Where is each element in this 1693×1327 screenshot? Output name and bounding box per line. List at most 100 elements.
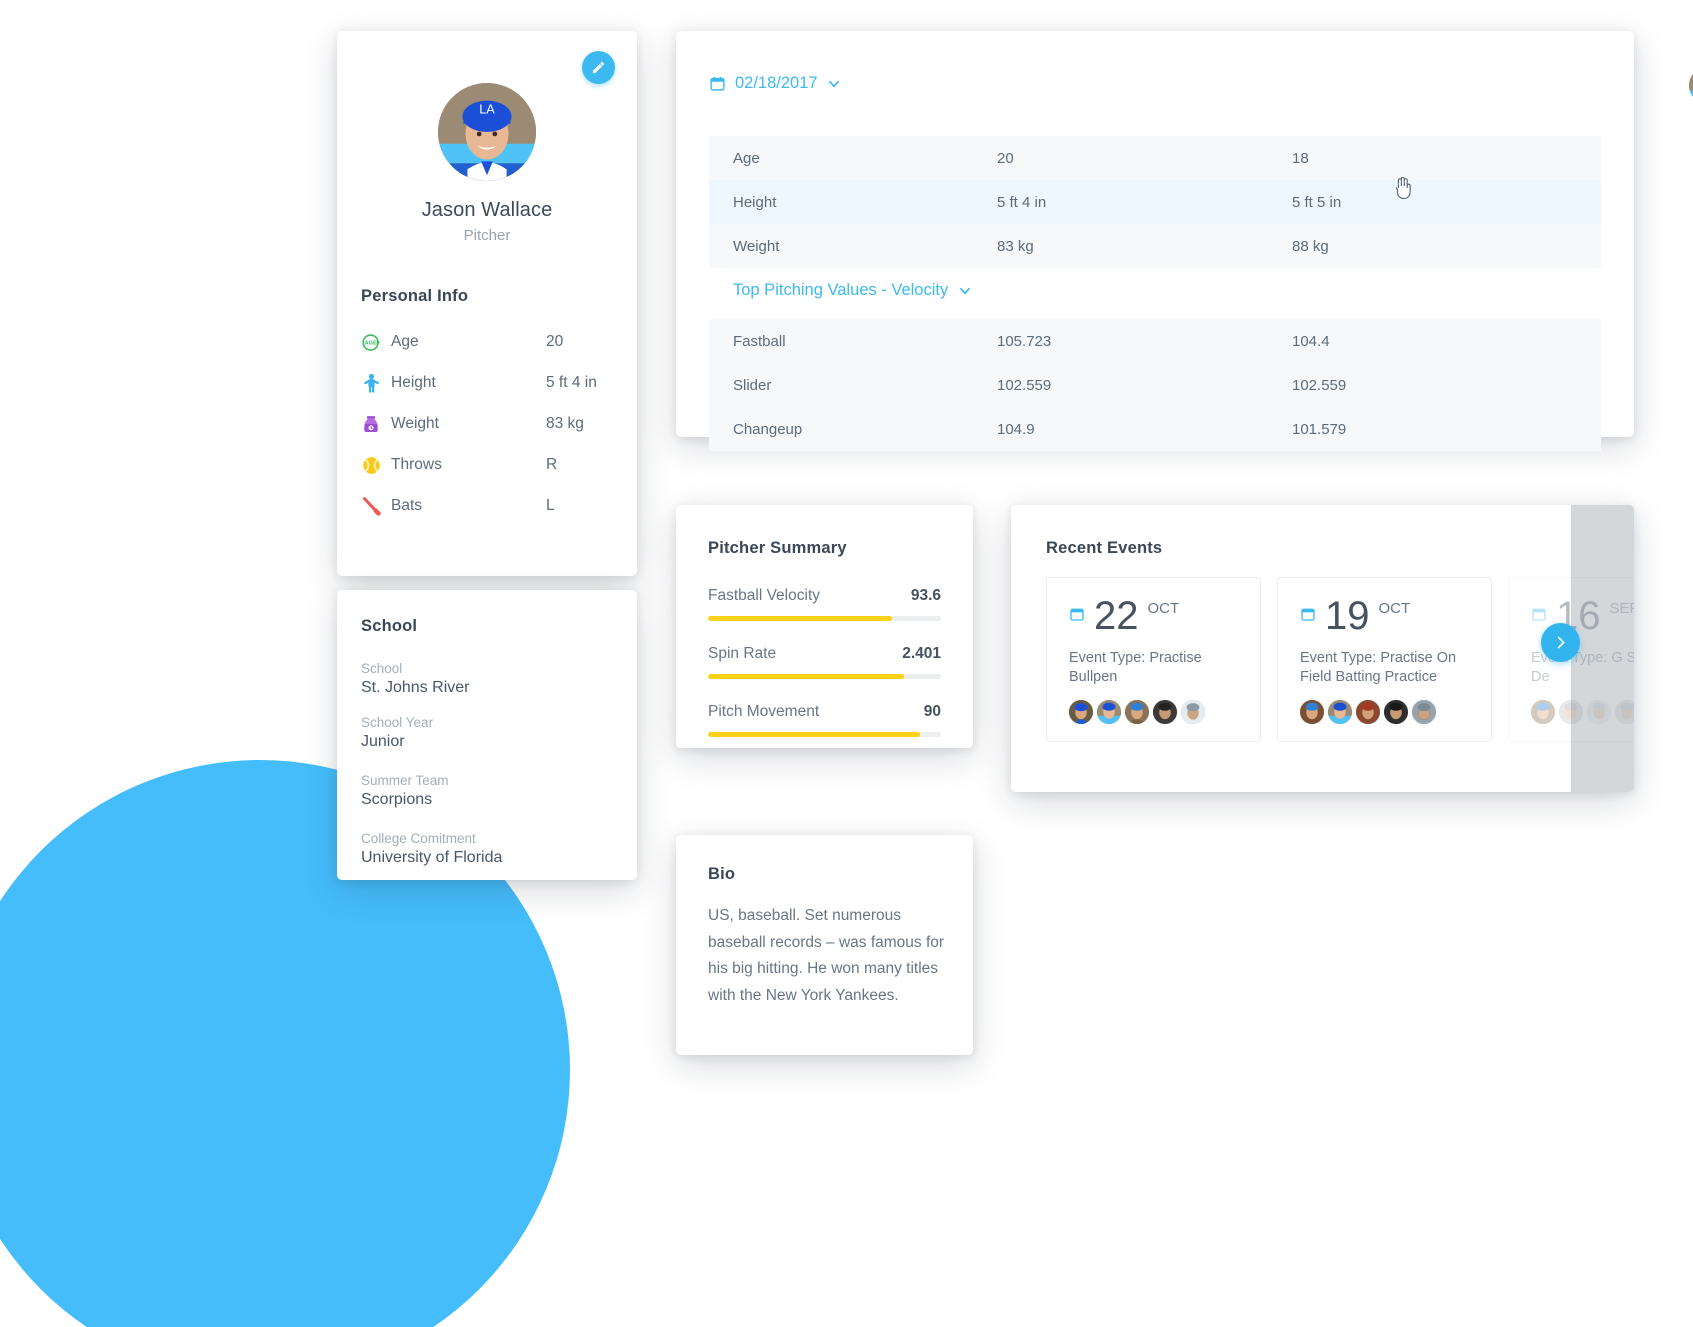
comparison-header: 02/18/2017: [676, 67, 1693, 113]
school-field-label: Summer Team: [361, 773, 449, 788]
row-label: Weight: [733, 237, 780, 255]
info-label-weight: Weight: [391, 415, 439, 432]
metric-value: 90: [923, 703, 941, 720]
avatar: [1384, 700, 1408, 724]
edit-profile-button[interactable]: [582, 51, 615, 84]
row-value-b: 88 kg: [1292, 237, 1329, 255]
school-field-college-commitment: College Comitment University of Florida: [361, 831, 611, 867]
date-value: 02/18/2017: [735, 74, 818, 92]
info-value-weight: 83 kg: [546, 415, 584, 432]
comparison-card: 02/18/2017 Age 20 18 Height 5 ft 4 in 5 …: [676, 31, 1693, 451]
event-date: 19 OCT: [1300, 594, 1469, 638]
school-field-year: School Year Junior: [361, 715, 611, 751]
app-root: LA Jason Wallace Pitcher Personal Info A…: [0, 0, 1693, 1327]
events-scroll-overlay: [1571, 505, 1634, 792]
avatar: [1125, 700, 1149, 724]
avatar: [1689, 67, 1693, 103]
events-next-button[interactable]: [1541, 623, 1580, 662]
info-value-age: 20: [546, 333, 564, 350]
ball-icon: [361, 454, 391, 476]
row-value-b: 101.579: [1292, 420, 1347, 438]
calendar-icon: [1070, 608, 1084, 621]
info-row-weight: Weight 83 kg: [361, 411, 613, 437]
metric-fastball-velocity: Fastball Velocity 93.6: [708, 587, 941, 621]
school-field-value: Junior: [361, 733, 405, 750]
events-strip: 22 OCT Event Type: Practise Bullpen 19 O…: [1046, 577, 1634, 742]
player-role: Pitcher: [463, 227, 511, 244]
compare-person-a: Jason Wallace: [1689, 67, 1693, 103]
bio-text: US, baseball. Set numerous baseball reco…: [708, 907, 945, 1004]
profile-card: LA Jason Wallace Pitcher Personal Info A…: [337, 31, 637, 576]
school-field-label: School Year: [361, 715, 434, 730]
metric-value: 2.401: [902, 645, 941, 662]
row-label: Age: [733, 149, 760, 167]
date-selector[interactable]: 02/18/2017: [709, 74, 841, 93]
school-field-value: St. Johns River: [361, 679, 470, 696]
info-label-height: Height: [391, 374, 436, 391]
table-row: Weight 83 kg 88 kg: [709, 224, 1601, 268]
school-field-value: Scorpions: [361, 791, 433, 808]
row-value-a: 102.559: [997, 376, 1052, 394]
metric-progress-track: [708, 674, 941, 679]
bat-icon: [361, 495, 391, 517]
row-value-a: 5 ft 4 in: [997, 193, 1047, 211]
info-row-bats: Bats L: [361, 493, 613, 519]
svg-text:AGE: AGE: [364, 340, 377, 346]
row-value-b: 5 ft 5 in: [1292, 193, 1342, 211]
metric-label: Fastball Velocity: [708, 587, 820, 604]
age-icon: AGE: [361, 331, 391, 353]
avatar: [1097, 700, 1121, 724]
recent-events-card: Recent Events 22 OCT Event Type: Practis…: [1011, 505, 1634, 792]
info-value-height: 5 ft 4 in: [546, 374, 597, 391]
info-value-throws: R: [546, 456, 558, 473]
calendar-icon: [1532, 608, 1546, 621]
pitcher-summary-heading: Pitcher Summary: [708, 539, 847, 557]
school-field-label: College Comitment: [361, 831, 476, 846]
info-label-age: Age: [391, 333, 419, 350]
event-card[interactable]: 22 OCT Event Type: Practise Bullpen: [1046, 577, 1261, 742]
event-month: OCT: [1147, 600, 1180, 617]
pointer-hand-cursor: [1395, 176, 1411, 200]
table-row: Changeup 104.9 101.579: [709, 407, 1601, 451]
row-value-b: 102.559: [1292, 376, 1347, 394]
pitching-values-subsection-toggle[interactable]: Top Pitching Values - Velocity: [733, 281, 972, 300]
event-type: Event Type: Practise On Field Batting Pr…: [1300, 649, 1457, 686]
info-row-age: AGE Age 20: [361, 329, 613, 355]
avatar: [1153, 700, 1177, 724]
calendar-icon: [1301, 608, 1315, 621]
metric-progress-fill: [708, 674, 904, 679]
player-avatar: LA: [438, 83, 536, 181]
row-value-a: 105.723: [997, 332, 1052, 350]
event-participants: [1300, 700, 1436, 724]
avatar: [1356, 700, 1380, 724]
event-card[interactable]: 19 OCT Event Type: Practise On Field Bat…: [1277, 577, 1492, 742]
pitcher-summary-card: Pitcher Summary Fastball Velocity 93.6 S…: [676, 505, 973, 748]
metric-progress-track: [708, 732, 941, 737]
personal-info-heading: Personal Info: [361, 287, 469, 305]
height-icon: [361, 372, 391, 394]
avatar: [1412, 700, 1436, 724]
school-card: School School St. Johns River School Yea…: [337, 590, 637, 880]
event-participants: [1069, 700, 1205, 724]
event-month: OCT: [1378, 600, 1411, 617]
metric-pitch-movement: Pitch Movement 90: [708, 703, 941, 737]
table-row: Slider 102.559 102.559: [709, 363, 1601, 407]
avatar: [1328, 700, 1352, 724]
avatar: [1181, 700, 1205, 724]
bio-heading: Bio: [708, 865, 736, 883]
info-row-throws: Throws R: [361, 452, 613, 478]
row-label: Height: [733, 193, 777, 211]
avatar-photo: LA: [438, 83, 536, 181]
event-day: 19: [1325, 594, 1370, 638]
row-label: Changeup: [733, 420, 803, 438]
weight-icon: [361, 413, 391, 435]
row-value-a: 20: [997, 149, 1014, 167]
school-field-summer-team: Summer Team Scorpions: [361, 773, 611, 809]
chevron-down-icon: [828, 80, 839, 87]
info-label-bats: Bats: [391, 497, 423, 514]
school-field-label: School: [361, 661, 403, 676]
bio-card: Bio US, baseball. Set numerous baseball …: [676, 835, 973, 1055]
chevron-down-icon: [960, 287, 971, 294]
info-value-bats: L: [546, 497, 555, 514]
player-name: Jason Wallace: [421, 199, 553, 221]
